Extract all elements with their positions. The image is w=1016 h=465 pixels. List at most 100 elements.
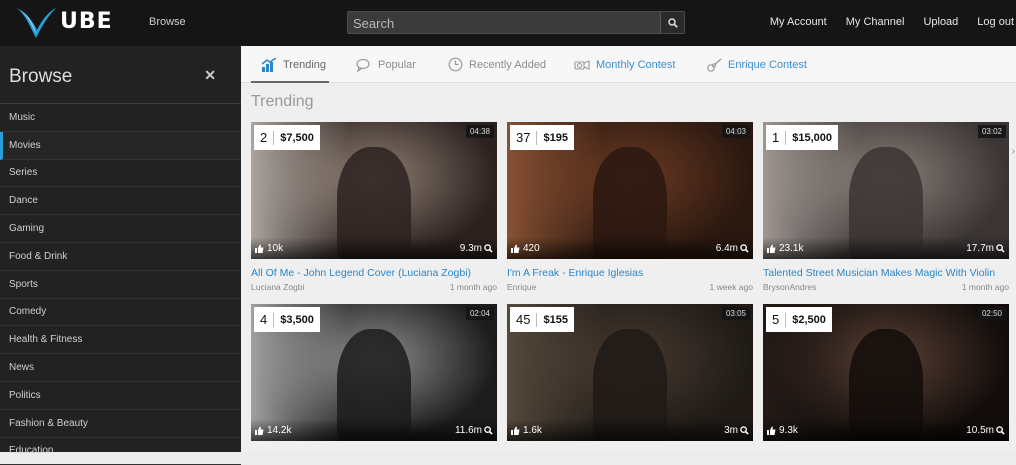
views-count: 3m [724, 425, 749, 436]
sidebar-item-comedy[interactable]: Comedy [0, 299, 241, 327]
video-card[interactable]: 37 $195 04:03 420 6.4m I'm A Freak - Enr… [507, 122, 753, 292]
video-title[interactable]: I'm A Freak - Enrique Iglesias [507, 267, 753, 279]
sidebar-item-news[interactable]: News [0, 354, 241, 382]
sidebar-item-series[interactable]: Series [0, 160, 241, 188]
guitar-icon [706, 57, 722, 72]
video-card[interactable]: 2 $7,500 04:38 10k 9.3m All Of Me - John… [251, 122, 497, 292]
likes-value: 420 [523, 243, 540, 254]
search-icon [484, 426, 493, 435]
search-input[interactable] [353, 15, 653, 31]
video-card[interactable]: 5 $2,500 02:50 9.3k 10.5m [763, 304, 1009, 452]
sidebar-item-health-fitness[interactable]: Health & Fitness [0, 326, 241, 355]
video-thumbnail[interactable]: 37 $195 04:03 420 6.4m [507, 122, 753, 259]
rank-badge: 4 $3,500 [254, 307, 320, 332]
tab-monthly-contest[interactable]: Monthly Contest [574, 46, 675, 83]
tab-label: Trending [283, 58, 327, 71]
video-title[interactable]: Talented Street Musician Makes Magic Wit… [763, 267, 1009, 279]
sidebar-title: Browse [9, 66, 73, 87]
tab-recently-added[interactable]: Recently Added [448, 46, 546, 83]
prize-amount: $7,500 [280, 131, 314, 144]
top-browse-link[interactable]: Browse [149, 16, 186, 28]
sidebar-item-dance[interactable]: Dance [0, 187, 241, 216]
video-author[interactable]: Enrique [507, 282, 536, 292]
video-thumbnail[interactable]: 4 $3,500 02:04 14.2k 11.6m [251, 304, 497, 441]
views-count: 9.3m [460, 243, 493, 254]
duration-badge: 02:50 [977, 307, 1006, 320]
contest-icon [574, 59, 590, 71]
sidebar-item-label: Gaming [9, 223, 45, 235]
views-value: 11.6m [454, 425, 482, 436]
sidebar-header: Browse ✕ [0, 46, 241, 104]
search-icon [484, 244, 493, 253]
thumbnail-footer [507, 419, 753, 441]
search-button[interactable] [660, 12, 684, 33]
search-icon [996, 244, 1005, 253]
my-account-link[interactable]: My Account [770, 16, 827, 28]
trending-chart-icon [261, 57, 277, 72]
tab-label: Enrique Contest [728, 58, 807, 71]
sidebar-item-label: Series [9, 167, 38, 179]
video-card[interactable]: 4 $3,500 02:04 14.2k 11.6m [251, 304, 497, 452]
video-title[interactable]: All Of Me - John Legend Cover (Luciana Z… [251, 267, 497, 279]
views-count: 17.7m [966, 243, 1005, 254]
tab-popular[interactable]: Popular [356, 46, 416, 83]
rank-divider [785, 312, 787, 327]
rank-divider [273, 312, 275, 327]
tab-trending[interactable]: Trending [261, 46, 326, 83]
views-value: 17.7m [966, 243, 994, 254]
thumbs-up-icon [255, 426, 264, 435]
logo-swoosh-icon [16, 8, 56, 38]
sidebar-item-movies[interactable]: Movies [0, 131, 241, 160]
video-meta: BrysonAndres 1 month ago [763, 282, 1009, 292]
rank-number: 5 [772, 312, 780, 327]
tab-label: Monthly Contest [596, 58, 676, 71]
rank-number: 1 [772, 130, 780, 145]
sidebar-item-label: Movies [9, 139, 41, 151]
sidebar-item-politics[interactable]: Politics [0, 382, 241, 410]
close-icon[interactable]: ✕ [204, 67, 216, 84]
video-thumbnail[interactable]: 5 $2,500 02:50 9.3k 10.5m [763, 304, 1009, 441]
search-icon [740, 426, 749, 435]
sidebar-item-sports[interactable]: Sports [0, 271, 241, 299]
video-thumbnail[interactable]: 1 $15,000 03:02 23.1k 17.7m [763, 122, 1009, 259]
section-title: Trending [251, 93, 314, 110]
category-list: Music Movies Series Dance Gaming Food & Drink… [0, 104, 241, 465]
thumbs-up-icon [767, 426, 776, 435]
sidebar-item-education[interactable]: Education [0, 438, 241, 465]
views-count: 11.6m [455, 425, 493, 436]
rank-badge: 37 $195 [510, 125, 574, 150]
rank-number: 37 [516, 130, 531, 145]
video-thumbnail[interactable]: 2 $7,500 04:38 10k 9.3m [251, 122, 497, 259]
likes-value: 23.1k [779, 243, 804, 254]
top-nav: My Account My Channel Upload Log out [751, 16, 1014, 28]
prize-amount: $2,500 [792, 313, 826, 326]
video-author[interactable]: Luciana Zogbi [251, 282, 304, 292]
video-age: 1 week ago [709, 282, 753, 292]
log-out-link[interactable]: Log out [977, 16, 1014, 28]
upload-link[interactable]: Upload [923, 16, 958, 28]
chat-bubble-icon [356, 58, 372, 72]
sidebar-item-food-drink[interactable]: Food & Drink [0, 243, 241, 271]
sidebar-item-music[interactable]: Music [0, 104, 241, 132]
duration-badge: 04:03 [721, 125, 750, 138]
sidebar-item-label: Education [9, 445, 54, 457]
vube-logo[interactable]: UBE [10, 2, 120, 44]
video-card[interactable]: 1 $15,000 03:02 23.1k 17.7m Talented Str… [763, 122, 1009, 292]
my-channel-link[interactable]: My Channel [846, 16, 905, 28]
video-card[interactable]: 45 $155 03:05 1.6k 3m [507, 304, 753, 452]
views-count: 10.5m [966, 425, 1005, 436]
rank-divider [785, 130, 787, 145]
sidebar-item-fashion-beauty[interactable]: Fashion & Beauty [0, 410, 241, 438]
search-icon [667, 17, 678, 28]
active-tab-underline [251, 81, 329, 83]
video-author[interactable]: BrysonAndres [763, 282, 816, 292]
video-thumbnail[interactable]: 45 $155 03:05 1.6k 3m [507, 304, 753, 441]
tab-enrique-contest[interactable]: Enrique Contest [706, 46, 807, 83]
prize-amount: $15,000 [792, 131, 832, 144]
rank-badge: 45 $155 [510, 307, 574, 332]
next-arrow-icon[interactable]: › [1012, 146, 1015, 157]
views-value: 10.5m [966, 425, 994, 436]
thumbs-up-icon [767, 244, 776, 253]
browse-sidebar: Browse ✕ Music Movies Series Dance Gaming Foo… [0, 46, 241, 465]
sidebar-item-gaming[interactable]: Gaming [0, 215, 241, 243]
